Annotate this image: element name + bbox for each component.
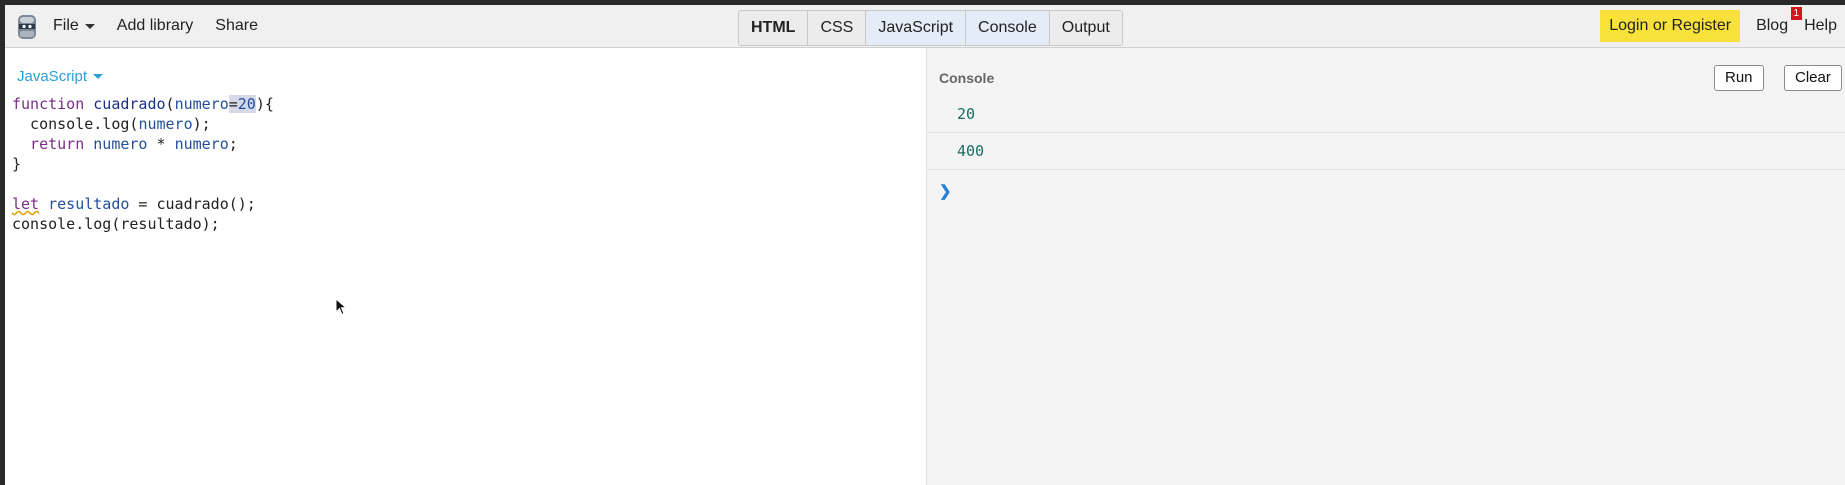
clear-button[interactable]: Clear [1784,65,1842,91]
share-label: Share [215,17,258,34]
code-line-1: function cuadrado(numero=20){ [12,95,274,113]
share-menu[interactable]: Share [215,17,258,35]
code-line-6: let resultado = cuadrado(); [12,195,256,213]
chevron-down-icon [84,23,95,29]
language-label: JavaScript [17,68,88,85]
blog-link[interactable]: Blog 1 [1756,7,1803,35]
console-log-entry: 400 [927,133,1845,170]
console-panel: Console Run Clear 20 400 ❯ [927,48,1845,485]
text-selection: =20 [228,95,256,113]
code-line-7: console.log(resultado); [12,215,220,233]
main-menu: File Add library Share [53,5,280,47]
tab-css[interactable]: CSS [808,11,867,45]
code-line-4: } [12,155,22,173]
add-library-label: Add library [116,17,194,34]
tab-javascript[interactable]: JavaScript [866,11,967,45]
file-menu-label: File [53,17,79,34]
code-line-3: return numero * numero; [12,135,238,153]
panel-tabs: HTML CSS JavaScript Console Output [738,10,1123,46]
run-button[interactable]: Run [1714,65,1764,91]
mouse-pointer-icon [335,298,348,316]
language-selector[interactable]: JavaScript [17,68,104,85]
app-window: File Add library Share HTML CSS JavaScri… [5,5,1845,485]
code-line-2: console.log(numero); [12,115,211,133]
chevron-down-icon [93,74,104,79]
code-editor[interactable]: function cuadrado(numero=20){ console.lo… [12,94,274,234]
javascript-editor-panel[interactable]: JavaScript function cuadrado(numero=20){… [5,48,927,485]
account-nav: Login or Register Blog 1 Help [1600,5,1845,47]
top-bar: File Add library Share HTML CSS JavaScri… [5,5,1845,48]
help-link[interactable]: Help [1804,17,1837,35]
console-title: Console [939,70,995,86]
tab-console[interactable]: Console [966,11,1050,45]
login-register-button[interactable]: Login or Register [1600,10,1741,42]
file-menu[interactable]: File [53,17,95,35]
console-log-entry: 20 [927,96,1845,133]
tab-output[interactable]: Output [1050,11,1122,45]
console-prompt-icon[interactable]: ❯ [939,182,952,200]
add-library-menu[interactable]: Add library [117,17,193,35]
console-log-value: 400 [957,142,985,160]
notification-badge: 1 [1790,7,1803,20]
console-log-value: 20 [957,105,976,123]
jsbin-logo-icon[interactable] [15,13,39,41]
blog-label: Blog [1756,17,1789,34]
tab-html[interactable]: HTML [739,11,809,45]
